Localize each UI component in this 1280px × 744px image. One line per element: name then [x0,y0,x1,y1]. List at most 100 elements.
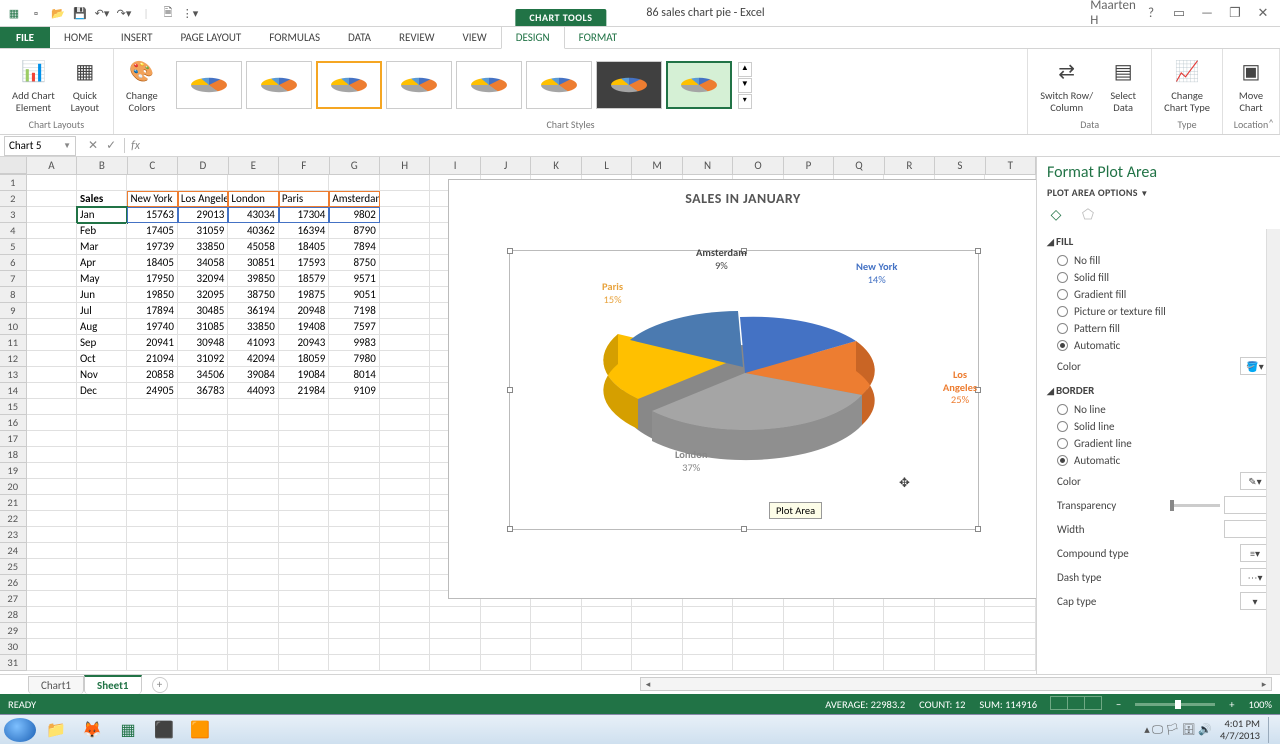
tab-review[interactable]: REVIEW [385,27,449,48]
cell[interactable] [27,191,77,207]
row-header[interactable]: 4 [0,223,27,239]
cell[interactable] [77,447,127,463]
cell[interactable] [228,511,278,527]
cell[interactable] [733,623,783,639]
row-header[interactable]: 6 [0,255,27,271]
cell[interactable]: 18059 [279,351,329,367]
cell[interactable]: 8750 [329,255,379,271]
pane-subtitle[interactable]: PLOT AREA OPTIONS ▼ [1037,184,1280,205]
tab-page-layout[interactable]: PAGE LAYOUT [166,27,255,48]
cell[interactable]: 30851 [228,255,278,271]
cell[interactable]: 36783 [178,383,228,399]
cell[interactable]: 39850 [228,271,278,287]
new-icon[interactable]: ▫ [28,5,44,21]
cell[interactable] [27,559,77,575]
cell[interactable] [380,415,430,431]
cell[interactable]: Mar [77,239,127,255]
cell[interactable]: 31085 [178,319,228,335]
cell[interactable] [784,623,834,639]
opt-pattern-fill[interactable]: Pattern fill [1047,320,1276,337]
change-colors-button[interactable]: 🎨Change Colors [120,54,164,115]
cell[interactable] [127,591,177,607]
cell[interactable] [178,175,228,191]
cell[interactable]: 17304 [279,207,329,223]
cell[interactable] [228,575,278,591]
formula-input[interactable] [146,137,1280,155]
chart-style-8[interactable] [666,61,732,109]
row-header[interactable]: 16 [0,415,27,431]
quick-layout-button[interactable]: ▦Quick Layout [63,54,107,115]
cell[interactable] [582,639,632,655]
cell[interactable] [683,655,733,671]
tab-view[interactable]: VIEW [449,27,501,48]
cell[interactable] [380,191,430,207]
cell[interactable] [228,431,278,447]
cell[interactable] [127,655,177,671]
scroll-right-icon[interactable]: ▸ [1257,679,1271,690]
cell[interactable] [27,319,77,335]
help-icon[interactable]: ? [1138,3,1164,23]
cell[interactable] [228,415,278,431]
cell[interactable] [279,639,329,655]
cell[interactable] [77,575,127,591]
cell[interactable] [380,383,430,399]
col-header-J[interactable]: J [481,157,531,174]
cell[interactable] [733,639,783,655]
cell[interactable] [683,623,733,639]
cell[interactable] [683,607,733,623]
cell[interactable] [77,399,127,415]
col-header-L[interactable]: L [582,157,632,174]
cell[interactable] [178,463,228,479]
cell[interactable] [329,607,379,623]
cell[interactable] [380,287,430,303]
cell[interactable] [380,623,430,639]
chart-style-7[interactable] [596,61,662,109]
cell[interactable] [733,607,783,623]
cell[interactable] [27,479,77,495]
cell[interactable] [784,607,834,623]
cell[interactable]: 20943 [279,335,329,351]
explorer-icon[interactable]: 📁 [40,718,72,742]
cell[interactable] [834,655,884,671]
cell[interactable] [481,623,531,639]
cell[interactable] [127,623,177,639]
cell[interactable]: 32095 [178,287,228,303]
cell[interactable]: 19875 [279,287,329,303]
restore-icon[interactable]: ❐ [1222,3,1248,23]
cell[interactable]: Los Angeles [178,191,228,207]
cell[interactable] [380,207,430,223]
cell[interactable] [127,639,177,655]
cell[interactable] [228,399,278,415]
cell[interactable] [178,527,228,543]
cell[interactable]: Jan [77,207,127,223]
cell[interactable] [380,271,430,287]
cell[interactable]: Sep [77,335,127,351]
cell[interactable]: 40362 [228,223,278,239]
minimize-icon[interactable]: — [1194,3,1220,23]
cell[interactable] [380,495,430,511]
cell[interactable] [27,495,77,511]
cell[interactable] [127,559,177,575]
cell[interactable] [27,415,77,431]
cell[interactable]: 31092 [178,351,228,367]
cell[interactable] [279,607,329,623]
row-header[interactable]: 14 [0,383,27,399]
cell[interactable] [77,527,127,543]
tab-design[interactable]: DESIGN [501,26,565,49]
cell[interactable]: 34506 [178,367,228,383]
excel-taskbar-icon[interactable]: ▦ [112,718,144,742]
ribbon-display-icon[interactable]: ▭ [1166,3,1192,23]
row-header[interactable]: 25 [0,559,27,575]
cell[interactable] [935,607,985,623]
firefox-icon[interactable]: 🦊 [76,718,108,742]
cell[interactable] [228,655,278,671]
cell[interactable]: Dec [77,383,127,399]
cell[interactable] [228,463,278,479]
pane-scrollbar[interactable] [1266,229,1280,674]
cell[interactable]: 31059 [178,223,228,239]
qat-customize-icon[interactable]: ⋮▾ [182,5,198,21]
enter-formula-icon[interactable]: ✓ [106,138,116,153]
cell[interactable] [884,639,934,655]
embedded-chart[interactable]: SALES IN JANUARY [448,179,1036,599]
cell[interactable] [632,655,682,671]
